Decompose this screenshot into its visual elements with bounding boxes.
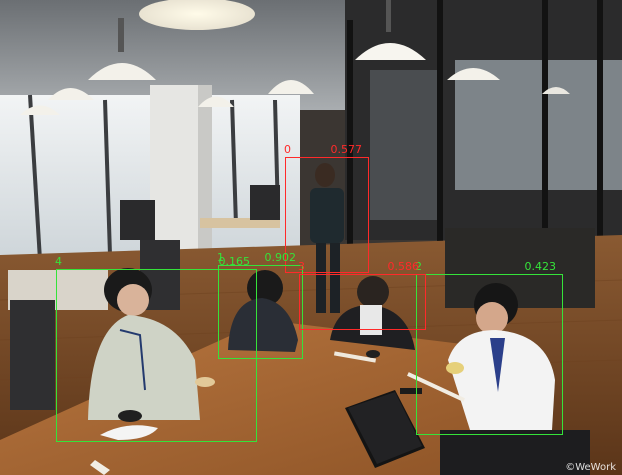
camera-frame: 0 0.577 1 0.902 2 0.423 3 0.586 4 0.165 … xyxy=(0,0,622,475)
watermark-text: ©WeWork xyxy=(565,462,616,473)
office-scene-photo xyxy=(0,0,622,475)
